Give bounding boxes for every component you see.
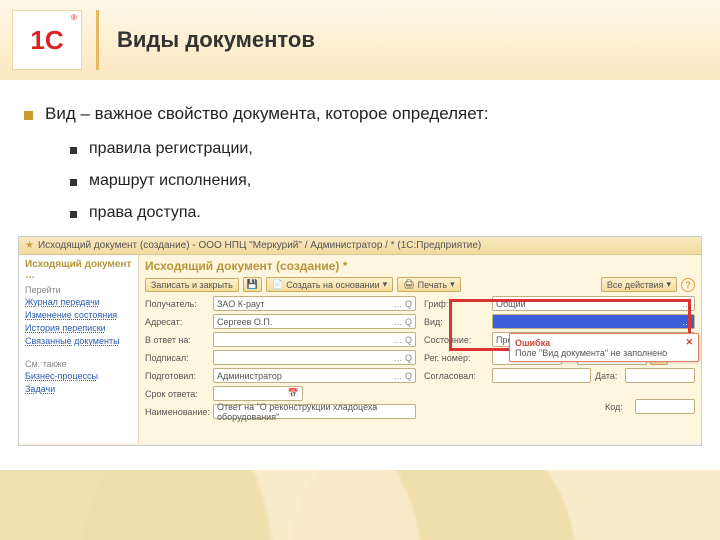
nav-link[interactable]: Изменение состояния	[25, 310, 132, 320]
label-addressee: Адресат:	[145, 317, 213, 327]
nav-section-label: См. также	[25, 359, 132, 369]
nav-section-label: Перейти	[25, 285, 132, 295]
window-titlebar: ★ Исходящий документ (создание) - ООО НП…	[19, 237, 701, 255]
sub-bullet: правила регистрации,	[89, 140, 253, 158]
decorative-wave	[0, 470, 720, 540]
bullet-icon	[70, 147, 77, 154]
window-title-text: Исходящий документ (создание) - ООО НПЦ …	[38, 240, 481, 251]
help-icon[interactable]: ?	[681, 278, 695, 292]
print-button[interactable]: 🖨 Печать ▾	[397, 277, 460, 292]
signed-field[interactable]: … Q	[213, 350, 416, 365]
name-field[interactable]: Ответ на "О реконструкции хладоцеха обор…	[213, 404, 416, 419]
prepared-field[interactable]: Администратор… Q	[213, 368, 416, 383]
label-state: Состояние:	[424, 335, 492, 345]
bullet-text: Вид – важное свойство документа, которое…	[45, 104, 489, 124]
label-due: Срок ответа:	[145, 389, 213, 399]
nav-link[interactable]: Бизнес-процессы	[25, 371, 132, 381]
save-button[interactable]: 💾	[243, 277, 262, 292]
label-kind: Вид:	[424, 317, 492, 327]
kind-field[interactable]: …	[492, 314, 695, 329]
nav-pane: Исходящий документ … Перейти Журнал пере…	[19, 255, 139, 443]
due-field[interactable]: 📅	[213, 386, 303, 401]
logo-1c: 1C	[12, 10, 82, 70]
nav-link[interactable]: Журнал передачи	[25, 297, 132, 307]
save-close-button[interactable]: Записать и закрыть	[145, 278, 239, 292]
label-name: Наименование:	[145, 407, 213, 417]
approved-field[interactable]	[492, 368, 591, 383]
label-inreply: В ответ на:	[145, 335, 213, 345]
label-signed: Подписал:	[145, 353, 213, 363]
label-code: Код:	[605, 402, 635, 412]
bullet-icon	[70, 211, 77, 218]
create-based-button[interactable]: 📄 Создать на основании ▾	[266, 277, 393, 292]
nav-link[interactable]: История переписки	[25, 323, 132, 333]
nav-link[interactable]: Задачи	[25, 384, 132, 394]
slide-title: Виды документов	[117, 27, 315, 53]
sub-bullet: права доступа.	[89, 204, 201, 222]
toolbar: Записать и закрыть 💾 📄 Создать на основа…	[145, 277, 695, 292]
recipient-field[interactable]: ЗАО К-раут… Q	[213, 296, 416, 311]
label-recipient: Получатель:	[145, 299, 213, 309]
slide-content: Вид – важное свойство документа, которое…	[0, 80, 720, 222]
form-pane: Исходящий документ (создание) * Записать…	[139, 255, 701, 443]
star-icon: ★	[25, 240, 34, 251]
form-title: Исходящий документ (создание) *	[145, 259, 695, 273]
error-title: Ошибка	[515, 338, 550, 348]
app-window: ★ Исходящий документ (создание) - ООО НП…	[18, 236, 702, 446]
error-balloon: Ошибка ✕ Поле "Вид документа" не заполне…	[509, 333, 699, 362]
code-field[interactable]	[635, 399, 695, 414]
label-prepared: Подготовил:	[145, 371, 213, 381]
bullet-icon	[24, 111, 33, 120]
stamp-field[interactable]: Общий…	[492, 296, 695, 311]
label-reg: Рег. номер:	[424, 353, 492, 363]
close-icon[interactable]: ✕	[685, 337, 693, 348]
nav-link[interactable]: Связанные документы	[25, 336, 132, 346]
label-date: Дата:	[595, 371, 625, 381]
error-message: Поле "Вид документа" не заполнено	[515, 348, 693, 358]
nav-header: Исходящий документ …	[25, 259, 132, 281]
sub-bullet: маршрут исполнения,	[89, 172, 251, 190]
bullet-icon	[70, 179, 77, 186]
date-field[interactable]	[625, 368, 695, 383]
label-approved: Согласовал:	[424, 371, 492, 381]
addressee-field[interactable]: Сергеев О.П.… Q	[213, 314, 416, 329]
label-stamp: Гриф:	[424, 299, 492, 309]
all-actions-button[interactable]: Все действия ▾	[601, 277, 677, 292]
inreply-field[interactable]: … Q	[213, 332, 416, 347]
